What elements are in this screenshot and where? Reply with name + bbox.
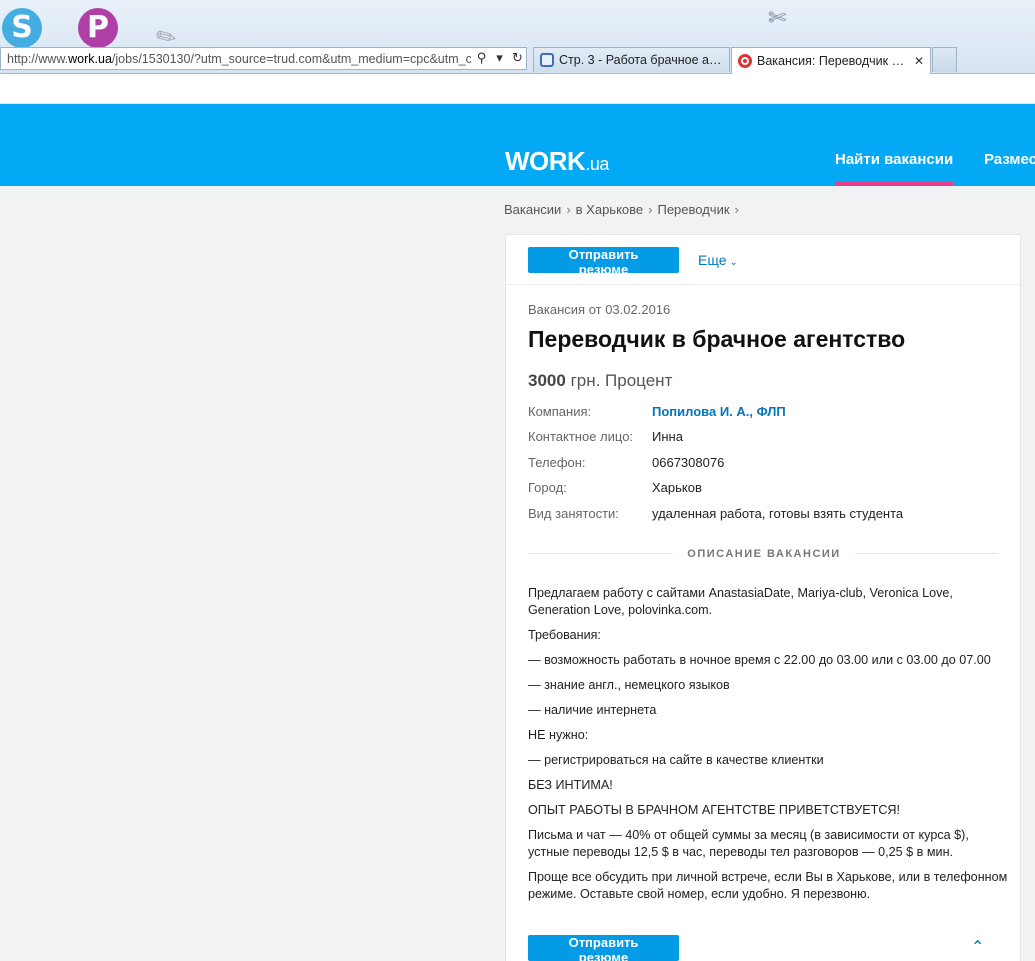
breadcrumb-vacancies[interactable]: Вакансии xyxy=(504,202,561,217)
address-bar[interactable]: http://www.work.ua/jobs/1530130/?utm_sou… xyxy=(0,47,527,70)
pinterest-icon[interactable]: P xyxy=(78,8,118,48)
desc-paragraph: Проще все обсудить при личной встрече, е… xyxy=(528,870,1008,901)
tab-label: Вакансия: Переводчик в б... xyxy=(757,54,908,68)
desc-paragraph: — регистрироваться на сайте в качестве к… xyxy=(528,753,824,767)
send-resume-button[interactable]: Отправить резюме xyxy=(528,247,679,277)
tab-vacancy[interactable]: Вакансия: Переводчик в б... ✕ xyxy=(731,47,931,74)
company-link[interactable]: Попилова И. А., ФЛП xyxy=(652,404,786,419)
nav-find-vacancies[interactable]: Найти вакансии xyxy=(835,151,953,168)
browser-chrome: S P ✎ ✄ http://www.work.ua/jobs/1530130/… xyxy=(0,0,1035,104)
browser-toolbar: S P ✎ ✄ http://www.work.ua/jobs/1530130/… xyxy=(0,0,1035,74)
desc-paragraph: — возможность работать в ночное время с … xyxy=(528,653,991,667)
chevron-right-icon: › xyxy=(566,202,571,217)
desc-paragraph: БЕЗ ИНТИМА! xyxy=(528,778,613,792)
target-icon xyxy=(738,54,752,68)
desc-paragraph: Письма и чат — 40% от общей суммы за мес… xyxy=(528,828,969,859)
nav-post-resume[interactable]: Размес xyxy=(984,151,1035,168)
address-text[interactable]: http://www.work.ua/jobs/1530130/?utm_sou… xyxy=(7,52,471,66)
search-icon[interactable]: ⚲ xyxy=(474,51,489,66)
page-title: Переводчик в брачное агентство xyxy=(528,326,906,352)
refresh-icon[interactable]: ↻ xyxy=(510,51,525,66)
chevron-right-icon: › xyxy=(734,202,739,217)
breadcrumb: Вакансии › в Харькове › Переводчик › xyxy=(504,202,744,217)
breadcrumb-city[interactable]: в Харькове xyxy=(576,202,643,217)
desc-paragraph: Предлагаем работу с сайтами AnastasiaDat… xyxy=(528,586,953,617)
dropdown-arrow-icon[interactable]: ▾ xyxy=(492,51,507,66)
site-logo[interactable]: WORK.ua xyxy=(505,146,609,177)
tab-label: Стр. 3 - Работа брачное агент... xyxy=(559,53,723,67)
vacancy-description: Предлагаем работу с сайтами AnastasiaDat… xyxy=(528,585,1008,911)
chevron-up-icon[interactable]: ⌃ xyxy=(971,937,984,956)
desc-paragraph: НЕ нужно: xyxy=(528,728,589,742)
command-bar xyxy=(0,74,1035,104)
section-title: ОПИСАНИЕ ВАКАНСИИ xyxy=(506,548,1022,560)
site-header: WORK.ua Найти вакансии Размес xyxy=(0,104,1035,186)
posted-date: Вакансия от 03.02.2016 xyxy=(528,302,671,317)
desc-paragraph: ОПЫТ РАБОТЫ В БРАЧНОМ АГЕНТСТВЕ ПРИВЕТСТ… xyxy=(528,803,901,817)
salary: 3000 грн. Процент xyxy=(528,371,673,390)
tab-search-results[interactable]: Стр. 3 - Работа брачное агент... xyxy=(533,47,730,72)
tool-icon[interactable]: ✄ xyxy=(768,6,786,31)
nav-active-underline xyxy=(835,182,953,186)
vacancy-card: Отправить резюме Еще ⌄ Вакансия от 03.02.… xyxy=(505,234,1021,961)
skype-icon[interactable]: S xyxy=(2,8,42,48)
desc-paragraph: Требования: xyxy=(528,628,601,642)
chevron-down-icon: ⌄ xyxy=(729,257,738,268)
desc-paragraph: — знание англ., немецкого языков xyxy=(528,678,730,692)
send-resume-button-bottom[interactable]: Отправить резюме xyxy=(528,935,679,961)
card-actions: Отправить резюме Еще ⌄ xyxy=(506,235,1020,285)
desc-paragraph: — наличие интернета xyxy=(528,703,657,717)
search-icon xyxy=(540,53,554,67)
close-icon[interactable]: ✕ xyxy=(914,54,924,68)
chevron-right-icon: › xyxy=(648,202,653,217)
breadcrumb-profession[interactable]: Переводчик xyxy=(657,202,729,217)
more-dropdown[interactable]: Еще ⌄ xyxy=(698,252,738,268)
new-tab-button[interactable] xyxy=(932,47,957,72)
